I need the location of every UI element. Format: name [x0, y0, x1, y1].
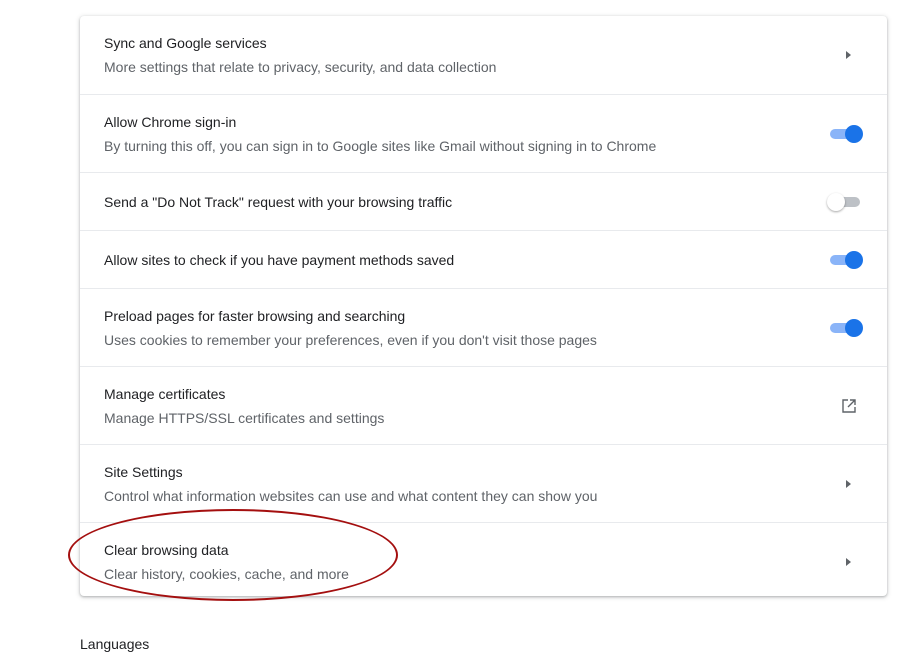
payment-methods-row: Allow sites to check if you have payment… [80, 230, 887, 288]
row-title: Sync and Google services [104, 35, 267, 51]
row-subtitle: Uses cookies to remember your preference… [104, 331, 597, 348]
row-subtitle: By turning this off, you can sign in to … [104, 137, 657, 154]
manage-certificates-row[interactable]: Manage certificates Manage HTTPS/SSL cer… [80, 366, 887, 444]
do-not-track-toggle[interactable] [827, 192, 863, 212]
row-title: Allow Chrome sign-in [104, 113, 237, 130]
row-title: Site Settings [104, 463, 183, 480]
languages-section-heading: Languages [80, 636, 150, 652]
do-not-track-row: Send a "Do Not Track" request with your … [80, 172, 887, 230]
row-subtitle: Control what information websites can us… [104, 487, 598, 504]
preload-pages-row: Preload pages for faster browsing and se… [80, 288, 887, 366]
row-title: Allow sites to check if you have payment… [104, 251, 455, 268]
row-title: Manage certificates [104, 385, 226, 402]
toggle-knob [845, 124, 863, 143]
row-subtitle: Clear history, cookies, cache, and more [104, 565, 349, 582]
allow-signin-toggle[interactable] [827, 124, 863, 144]
site-settings-row[interactable]: Site Settings Control what information w… [80, 444, 887, 522]
privacy-security-card: Sync and Google services More settings t… [80, 16, 887, 596]
chevron-right-icon[interactable] [846, 557, 851, 566]
row-title: Clear browsing data [104, 541, 229, 558]
toggle-knob [845, 318, 863, 337]
payment-methods-toggle[interactable] [827, 250, 863, 270]
chevron-right-icon[interactable] [846, 51, 851, 59]
chevron-right-icon[interactable] [846, 479, 851, 488]
clear-browsing-data-row[interactable]: Clear browsing data Clear history, cooki… [80, 522, 887, 600]
sync-google-services-row[interactable]: Sync and Google services More settings t… [80, 16, 887, 94]
row-subtitle: More settings that relate to privacy, se… [104, 59, 497, 75]
row-title: Send a "Do Not Track" request with your … [104, 193, 453, 210]
toggle-knob [845, 250, 863, 269]
toggle-knob [827, 192, 845, 211]
preload-pages-toggle[interactable] [827, 318, 863, 338]
settings-page: Sync and Google services More settings t… [0, 0, 915, 660]
row-title: Preload pages for faster browsing and se… [104, 307, 406, 324]
allow-chrome-signin-row: Allow Chrome sign-in By turning this off… [80, 94, 887, 172]
row-subtitle: Manage HTTPS/SSL certificates and settin… [104, 409, 385, 426]
external-link-icon[interactable] [841, 398, 857, 414]
